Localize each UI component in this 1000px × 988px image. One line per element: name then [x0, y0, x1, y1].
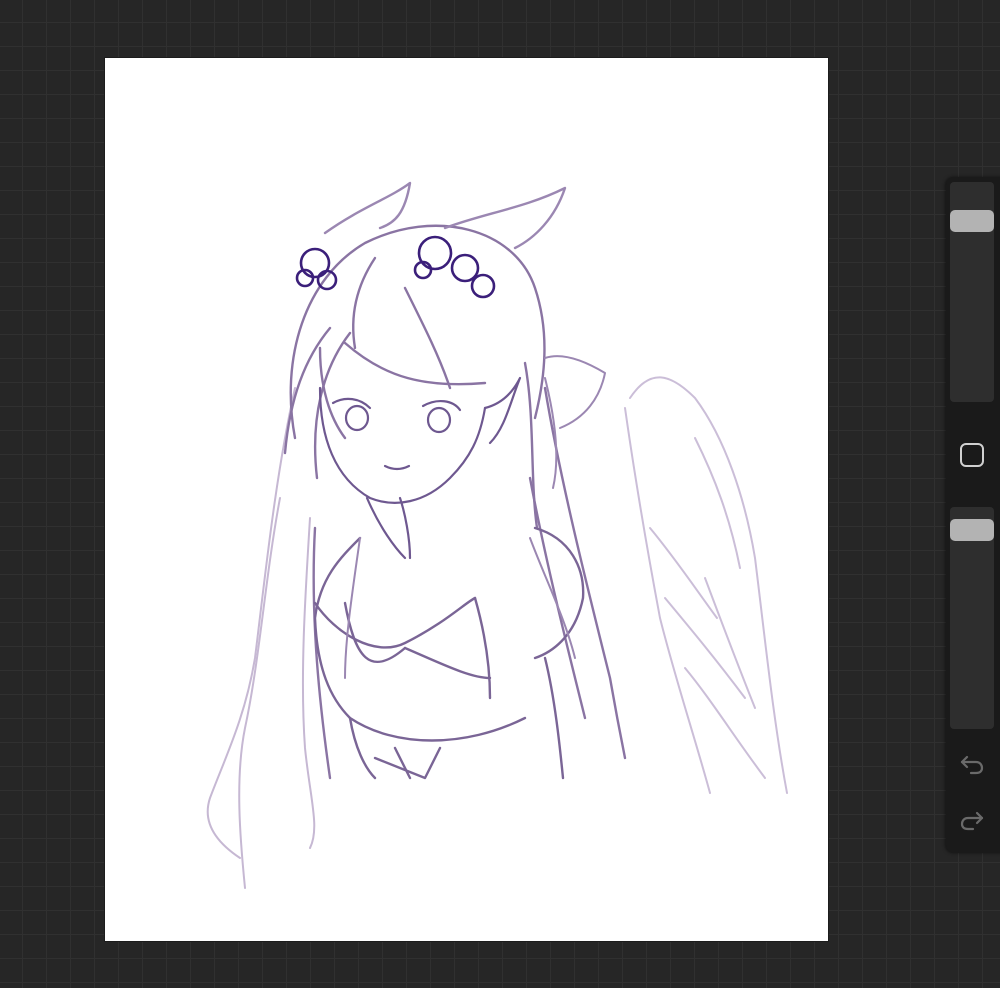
opacity-slider[interactable] — [950, 507, 994, 729]
canvas-workspace[interactable] — [0, 0, 1000, 988]
square-icon — [960, 443, 984, 467]
redo-button[interactable] — [957, 805, 987, 835]
modify-button[interactable] — [957, 440, 987, 470]
brush-size-handle[interactable] — [950, 210, 994, 232]
redo-arrow-icon — [960, 811, 984, 831]
opacity-handle[interactable] — [950, 519, 994, 541]
sketch-artwork — [206, 181, 788, 889]
undo-arrow-icon — [960, 755, 984, 775]
undo-button[interactable] — [957, 749, 987, 779]
tool-sidebar — [946, 177, 1000, 853]
drawing-canvas[interactable] — [105, 58, 828, 941]
brush-size-slider[interactable] — [950, 182, 994, 402]
